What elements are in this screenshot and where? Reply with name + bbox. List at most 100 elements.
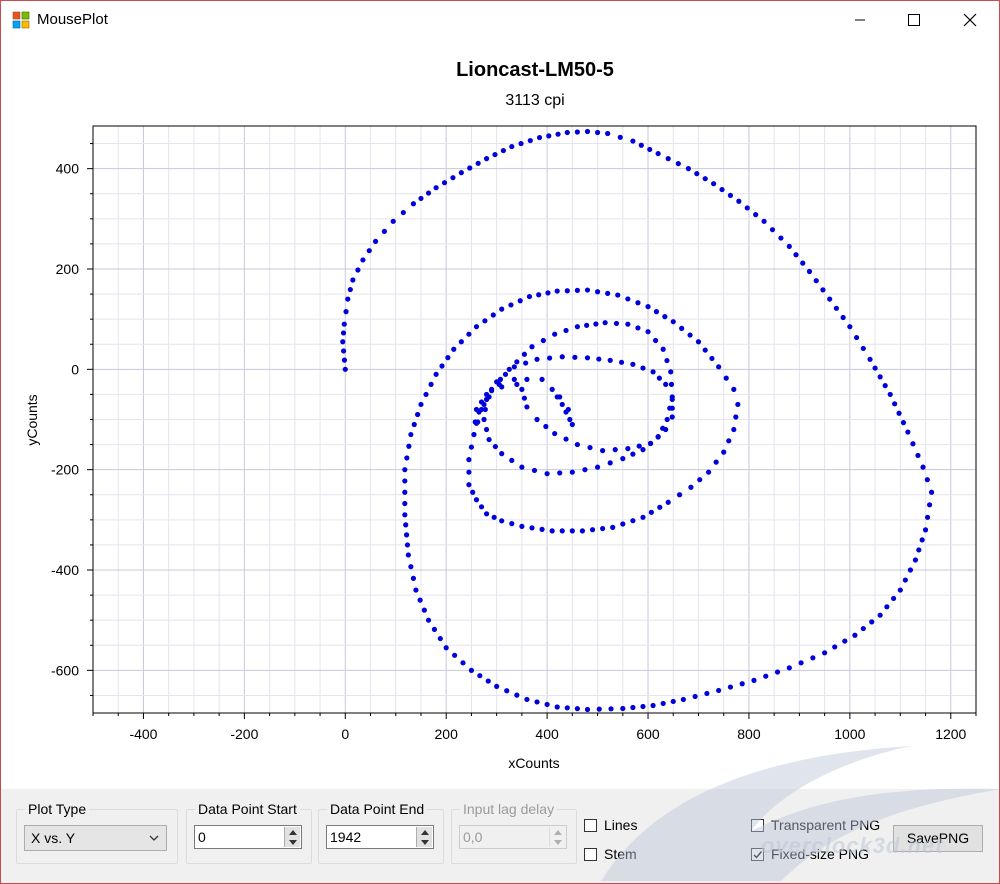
data-point (494, 683, 500, 690)
watermark-swoosh (601, 746, 999, 881)
data-point (827, 296, 833, 302)
data-point (504, 688, 510, 694)
data-point (499, 518, 505, 524)
data-point (557, 394, 563, 400)
data-point (860, 345, 866, 352)
data-point (656, 375, 662, 381)
data-point (608, 706, 614, 712)
app-window: MousePlot Lioncast-LM50-5 3113 cpi -400 -… (0, 0, 1000, 884)
data-point (476, 409, 482, 415)
data-point (450, 175, 456, 181)
data-point (692, 693, 698, 700)
data-point (753, 212, 759, 218)
data-point (545, 290, 551, 296)
close-button[interactable] (947, 1, 993, 39)
data-point (584, 706, 591, 713)
data-point (731, 426, 737, 433)
data-point (402, 478, 408, 484)
caret-down-icon (553, 839, 562, 845)
spinner-down-button[interactable] (416, 837, 432, 847)
data-point (458, 170, 464, 176)
data-point (563, 436, 569, 442)
data-point (554, 704, 560, 710)
close-icon (963, 13, 977, 27)
data-point (793, 252, 799, 258)
spinner-down-button[interactable] (284, 837, 300, 847)
x-tick-label: 200 (435, 726, 459, 742)
data-point (920, 464, 926, 470)
watermark-text: overclock3d.net (761, 833, 944, 858)
data-point (372, 238, 379, 244)
data-point (539, 376, 545, 382)
minimize-button[interactable] (837, 1, 883, 39)
app-window-icon (12, 11, 30, 29)
data-point (529, 525, 535, 531)
data-point (877, 374, 883, 380)
data-point (638, 142, 644, 148)
chevron-down-icon (149, 835, 159, 841)
x-axis-label: xCounts (508, 755, 559, 771)
data-point (922, 527, 929, 533)
data-point (665, 156, 671, 162)
data-point (723, 375, 729, 381)
data-point (736, 198, 742, 204)
data-point (451, 346, 457, 352)
spinner-up-button[interactable] (284, 827, 300, 837)
data-point (531, 467, 538, 474)
data-point (343, 309, 349, 315)
data-point (519, 523, 525, 529)
caret-up-icon (420, 829, 429, 835)
data-point-start-spinner[interactable]: 0 (194, 825, 302, 849)
plot-type-group: Plot Type X vs. Y (16, 801, 178, 864)
data-point (347, 286, 353, 293)
data-point (905, 429, 911, 435)
data-point (341, 321, 347, 327)
data-point (431, 626, 438, 632)
data-point (669, 396, 675, 403)
data-point (572, 354, 578, 360)
data-point (467, 165, 473, 171)
data-point (536, 292, 542, 298)
spinner-up-button[interactable] (416, 827, 432, 837)
data-point (645, 304, 651, 310)
caret-up-icon (288, 829, 297, 835)
data-point (574, 324, 580, 330)
data-point (557, 470, 563, 476)
data-point (402, 512, 408, 518)
data-point (739, 681, 745, 687)
data-point (340, 339, 346, 345)
data-point (527, 137, 533, 144)
data-point (896, 410, 902, 416)
data-point (514, 381, 520, 387)
data-point (499, 384, 505, 390)
plot-type-combobox[interactable]: X vs. Y (24, 825, 167, 851)
input-lag-delay-group: Input lag delay 0,0 (451, 801, 577, 864)
data-point (618, 359, 625, 365)
data-point (660, 346, 666, 352)
data-point (473, 324, 480, 330)
data-point (630, 361, 636, 367)
data-point (492, 443, 498, 450)
data-point (499, 451, 505, 457)
data-point (655, 150, 661, 157)
data-point (500, 147, 506, 154)
data-point (433, 185, 439, 191)
data-point (518, 140, 524, 147)
scatter-plot: Lioncast-LM50-5 3113 cpi -400 -200 0 200 400… (24, 59, 977, 771)
data-point (584, 355, 591, 361)
data-point (668, 369, 674, 375)
data-point (569, 469, 575, 475)
data-point (481, 401, 487, 408)
data-point (662, 314, 668, 320)
data-point-end-spinner[interactable]: 1942 (326, 825, 434, 849)
data-point (704, 690, 710, 697)
data-point (647, 440, 654, 447)
data-point (423, 391, 429, 398)
data-point (721, 449, 727, 455)
data-point (589, 527, 596, 533)
data-point (867, 356, 873, 362)
data-point (342, 366, 348, 372)
data-point (735, 401, 741, 408)
maximize-button[interactable] (891, 1, 937, 39)
data-point (534, 699, 540, 705)
